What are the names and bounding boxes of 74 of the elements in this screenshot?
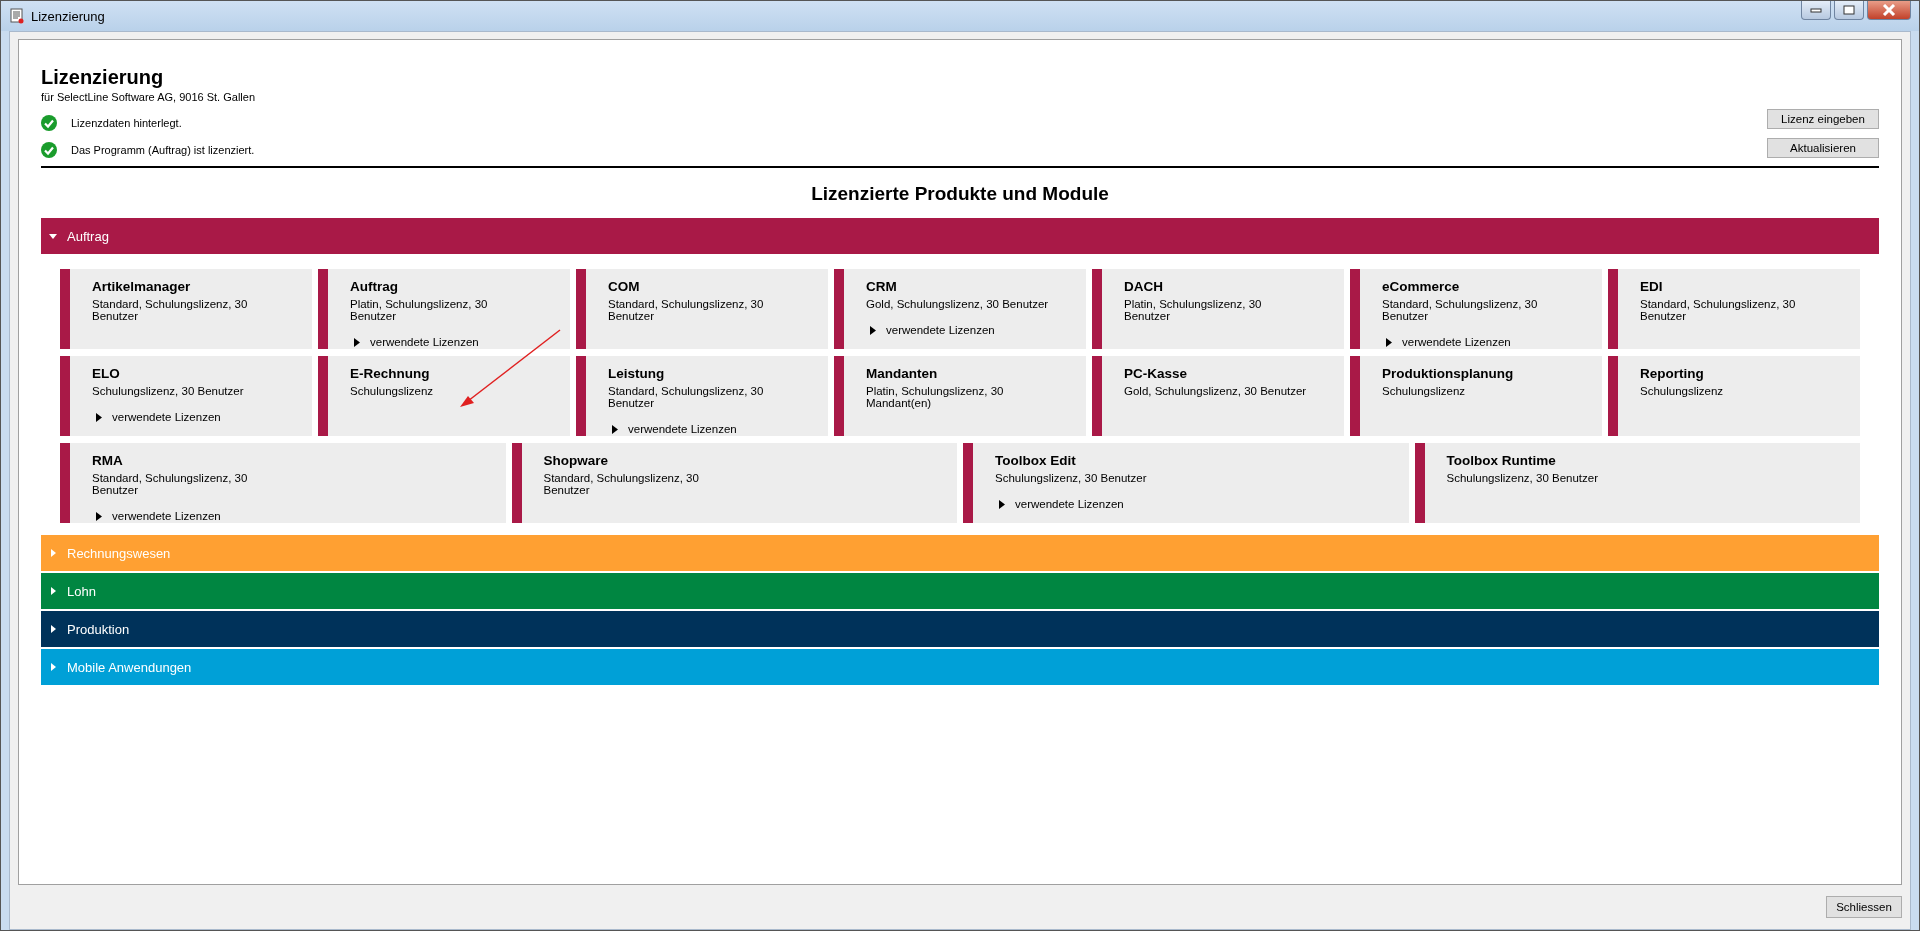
module-details: Standard, Schulungslizenz, 30 Benutzer [92, 298, 249, 322]
caret-icon [49, 587, 57, 595]
module-name: PC-Kasse [1124, 366, 1188, 381]
module-details: Schulungslizenz, 30 Benutzer [995, 472, 1147, 484]
module-name: Leistung [608, 366, 665, 381]
used-licenses-toggle[interactable]: verwendete Lizenzen [92, 510, 221, 522]
module-details: Standard, Schulungslizenz, 30 Benutzer [543, 472, 700, 496]
module-details: Standard, Schulungslizenz, 30 Benutzer [1382, 298, 1539, 322]
module-name: Mandanten [866, 366, 938, 381]
module-name: Toolbox Runtime [1446, 453, 1556, 468]
maximize-button[interactable] [1834, 1, 1864, 20]
category-header[interactable]: Lohn [41, 573, 1879, 609]
close-icon [1882, 4, 1896, 16]
page-title: Lizenzierung [41, 66, 165, 89]
module-name: Shopware [543, 453, 608, 468]
module-name: ELO [92, 366, 120, 381]
module-details: Standard, Schulungslizenz, 30 Benutzer [92, 472, 249, 496]
used-licenses-toggle[interactable]: verwendete Lizenzen [1382, 336, 1511, 348]
module-details: Gold, Schulungslizenz, 30 Benutzer [1124, 385, 1307, 397]
used-licenses-toggle[interactable]: verwendete Lizenzen [92, 411, 221, 423]
module-name: E-Rechnung [350, 366, 430, 381]
document-icon [9, 8, 25, 24]
maximize-icon [1843, 5, 1855, 15]
caret-icon [999, 499, 1005, 509]
close-dialog-button[interactable]: Schliessen [1826, 896, 1902, 918]
used-licenses-toggle[interactable]: verwendete Lizenzen [608, 423, 737, 435]
used-licenses-toggle[interactable]: verwendete Lizenzen [995, 498, 1124, 510]
module-details: Platin, Schulungslizenz, 30 Benutzer [350, 298, 489, 322]
module-name: CRM [866, 279, 897, 294]
used-licenses-toggle[interactable]: verwendete Lizenzen [350, 336, 479, 348]
status-text: Das Programm (Auftrag) ist lizenziert. [71, 144, 255, 156]
module-name: Produktionsplanung [1382, 366, 1514, 381]
caret-icon [354, 337, 360, 347]
caret-icon [612, 424, 618, 434]
minimize-button[interactable] [1801, 1, 1831, 20]
caret-icon [96, 412, 102, 422]
action-button[interactable]: Aktualisieren [1767, 138, 1879, 158]
module-name: DACH [1124, 279, 1163, 294]
caret-icon [49, 549, 57, 557]
module-details: Schulungslizenz [1640, 385, 1724, 397]
minimize-icon [1810, 7, 1822, 13]
module-details: Schulungslizenz, 30 Benutzer [92, 385, 244, 397]
caret-icon [49, 625, 57, 633]
caret-icon [1386, 337, 1392, 347]
category-header[interactable]: Produktion [41, 611, 1879, 647]
caret-icon [96, 511, 102, 521]
module-details: Standard, Schulungslizenz, 30 Benutzer [1640, 298, 1797, 322]
caret-icon [870, 325, 876, 335]
module-name: Artikelmanager [92, 279, 191, 294]
caret-icon [49, 663, 57, 671]
module-name: Auftrag [350, 279, 398, 294]
module-details: Schulungslizenz [1382, 385, 1466, 397]
page-subtitle: für SelectLine Software AG, 9016 St. Gallen [41, 91, 255, 103]
module-details: Standard, Schulungslizenz, 30 Benutzer [608, 385, 765, 409]
action-button[interactable]: Lizenz eingeben [1767, 109, 1879, 129]
module-name: Reporting [1640, 366, 1704, 381]
used-licenses-toggle[interactable]: verwendete Lizenzen [866, 324, 995, 336]
module-details: Platin, Schulungslizenz, 30 Mandant(en) [866, 385, 1005, 409]
module-details: Schulungslizenz, 30 Benutzer [1446, 472, 1598, 484]
caret-icon [49, 232, 57, 240]
module-name: EDI [1640, 279, 1663, 294]
module-details: Standard, Schulungslizenz, 30 Benutzer [608, 298, 765, 322]
section-title: Lizenzierte Produkte und Module [810, 183, 1110, 205]
module-name: RMA [92, 453, 123, 468]
module-name: COM [608, 279, 640, 294]
category-header[interactable]: Auftrag [41, 218, 1879, 254]
window-title: Lizenzierung [31, 8, 105, 24]
module-details: Gold, Schulungslizenz, 30 Benutzer [866, 298, 1049, 310]
module-name: eCommerce [1382, 279, 1460, 294]
status-text: Lizenzdaten hinterlegt. [71, 117, 182, 129]
module-details: Schulungslizenz [350, 385, 434, 397]
module-name: Toolbox Edit [995, 453, 1076, 468]
close-button[interactable] [1867, 1, 1911, 20]
module-details: Platin, Schulungslizenz, 30 Benutzer [1124, 298, 1263, 322]
